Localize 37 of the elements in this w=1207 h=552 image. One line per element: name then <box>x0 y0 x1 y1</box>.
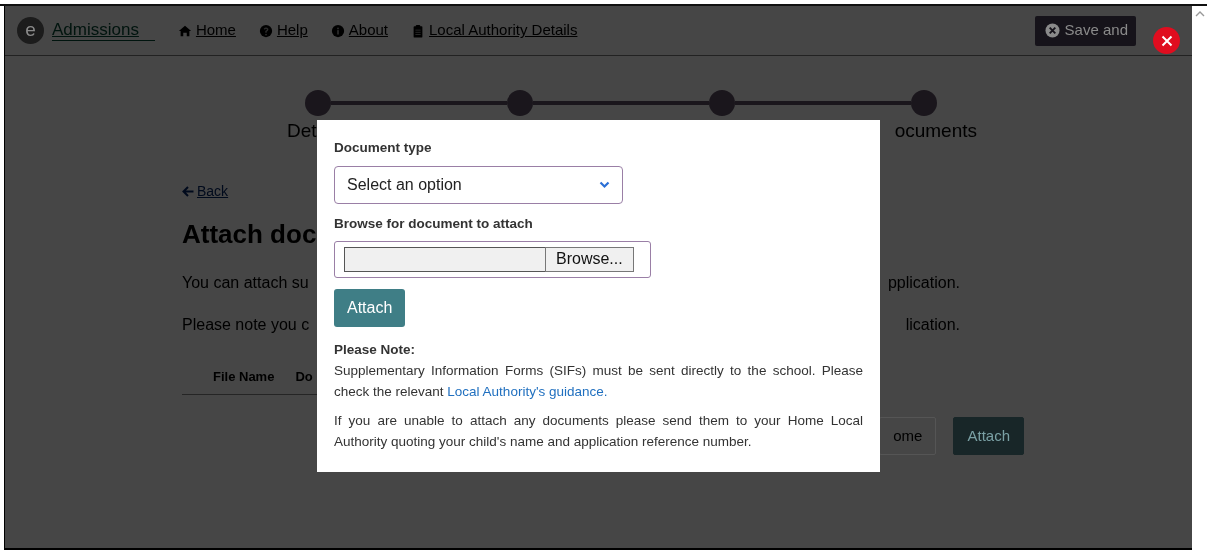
back-link[interactable]: Back <box>182 183 229 199</box>
guidance-link[interactable]: Local Authority's guidance. <box>447 384 608 399</box>
help-icon <box>258 23 273 38</box>
field-label: Browse for document to attach <box>334 215 534 233</box>
page-button[interactable]: ome <box>879 417 937 455</box>
chevron-down-icon <box>599 181 610 189</box>
close-circle-icon <box>1044 23 1060 38</box>
home-icon <box>177 23 192 38</box>
paragraph-text: You can attach su <box>182 272 309 293</box>
brand-link[interactable]: Admissions <box>52 20 155 41</box>
document-type-select[interactable]: Select an option <box>334 166 623 204</box>
note-text: Please Note: Supplementary Information Forms (SIFs) must be sent directly to the school. Please check the relevant Local Authority's guidance. <box>334 341 863 401</box>
page-heading: Attach doc <box>182 217 317 250</box>
note-text: If you are unable to attach any documents please send them to your Home Local Authority quoting your child's name and application reference number. <box>334 412 863 451</box>
column-header: Do <box>295 367 313 386</box>
save-and-exit-button[interactable]: Save and <box>1034 15 1136 46</box>
nav-link[interactable]: Help <box>258 19 308 42</box>
info-icon <box>330 23 345 38</box>
paragraph-text: Please note you c <box>182 314 310 335</box>
clipboard-icon <box>411 23 425 38</box>
close-icon <box>1160 34 1173 47</box>
step-label: Det <box>287 120 317 142</box>
attach-button[interactable]: Attach <box>953 417 1024 455</box>
paragraph-text: pplication. <box>887 272 960 293</box>
paragraph-text: lication. <box>905 314 960 335</box>
scroll-up-icon[interactable] <box>1194 10 1205 17</box>
column-header: File Name <box>213 367 275 386</box>
close-button[interactable] <box>1153 27 1180 54</box>
step-label: ocuments <box>894 120 977 142</box>
nav-link[interactable]: Local Authority Details <box>411 19 578 42</box>
nav-link[interactable]: About <box>330 19 388 42</box>
file-input[interactable]: Browse... <box>334 241 651 278</box>
arrow-left-icon <box>182 185 194 197</box>
field-label: Document type <box>334 139 433 157</box>
nav-link[interactable]: Home <box>177 19 236 42</box>
attach-button[interactable]: Attach <box>334 289 406 327</box>
logo: e <box>17 17 44 44</box>
